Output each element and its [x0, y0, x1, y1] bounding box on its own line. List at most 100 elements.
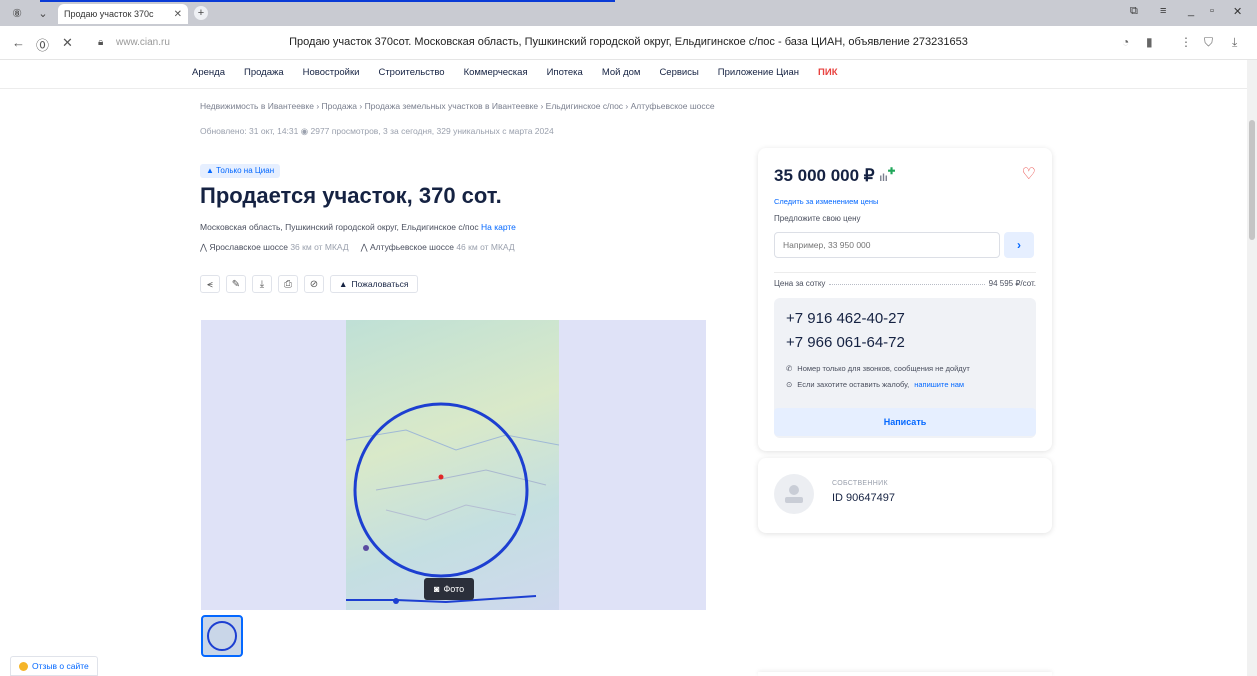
offer-price-input[interactable]: [774, 232, 1000, 258]
extension-icon[interactable]: ◔: [1122, 35, 1129, 49]
nav-divider: [0, 88, 1247, 89]
map-link[interactable]: На карте: [481, 222, 516, 232]
menu-icon[interactable]: ≡: [1160, 5, 1166, 17]
page-title: Продается участок, 370 сот.: [200, 183, 502, 208]
next-card-edge: [758, 672, 1052, 676]
card-divider: [774, 272, 1036, 273]
hide-icon[interactable]: ⊘: [304, 275, 324, 293]
highways: ⋀ Ярославское шоссе 36 км от МКАД ⋀ Алту…: [200, 242, 515, 253]
photo-button-label: Фото: [443, 584, 465, 594]
smile-icon: [19, 661, 28, 671]
restore-icon[interactable]: ▫: [1210, 5, 1214, 17]
nav-item-mortgage[interactable]: Ипотека: [547, 67, 583, 78]
highway-2-name: Алтуфьевское шоссе: [369, 242, 454, 252]
follow-price-link[interactable]: Следить за изменением цены: [774, 197, 878, 206]
phone-1[interactable]: +7 916 462-40-27: [786, 310, 905, 327]
highway-1-distance: 36 км от МКАД: [290, 242, 349, 252]
edit-icon[interactable]: ✎: [226, 275, 246, 293]
page-load-progress: [40, 0, 615, 2]
favorite-heart-icon[interactable]: ♡: [1022, 164, 1036, 184]
browser-tab[interactable]: Продаю участок 370с ✕: [58, 4, 188, 24]
feedback-button[interactable]: Отзыв о сайте: [10, 656, 98, 676]
complaint-text: Если захотите оставить жалобу,: [797, 380, 910, 389]
calls-only-note: ✆ Номер только для звонков, сообщения не …: [786, 364, 970, 373]
tab-title: Продаю участок 370с: [64, 9, 154, 19]
phone-2[interactable]: +7 966 061-64-72: [786, 334, 905, 351]
tabs-dropdown-icon[interactable]: ⌄: [34, 5, 52, 21]
highway-1-name: Ярославское шоссе: [209, 242, 288, 252]
chevron-right-icon: ›: [1017, 238, 1021, 252]
map-photo-illustration: [345, 402, 560, 604]
ppu-dots: [829, 279, 985, 285]
exclusive-badge: ▲ Только на Циан: [200, 164, 281, 178]
camera-icon: ◙: [434, 584, 440, 594]
shield-icon[interactable]: ⛉: [1204, 35, 1213, 50]
phone-icon: ✆: [786, 364, 793, 373]
bookmark-window-icon[interactable]: ⧉: [1130, 5, 1138, 18]
complaint-note: ⊙ Если захотите оставить жалобу, напишите …: [786, 380, 964, 389]
photo-button[interactable]: ◙ Фото: [424, 578, 475, 600]
info-icon: ⊙: [786, 380, 793, 389]
nav-item-pik[interactable]: ПИК: [818, 67, 837, 78]
thumbnail-illustration: [207, 621, 237, 651]
complain-button[interactable]: ▲ Пожаловаться: [330, 275, 418, 293]
listing-toolbar: ⪪ ✎ ⤓ ⎙ ⊘ ▲ Пожаловаться: [200, 275, 418, 293]
nav-item-my-home[interactable]: Мой дом: [602, 67, 641, 78]
offer-price-label: Предложите свою цену: [774, 214, 861, 223]
main-nav: Аренда Продажа Новостройки Строительство…: [192, 67, 838, 78]
highway-icon: ⋀: [360, 242, 370, 252]
complaint-link[interactable]: напишите нам: [914, 380, 964, 389]
browser-tabbar: ⑧ ⌄ Продаю участок 370с ✕ + ⧉ ≡ _ ▫ ✕: [0, 0, 1257, 26]
nav-item-sale[interactable]: Продажа: [244, 67, 284, 78]
owner-card[interactable]: СОБСТВЕННИК ID 90647497: [758, 458, 1052, 533]
owner-id: ID 90647497: [832, 492, 895, 504]
nav-item-new-buildings[interactable]: Новостройки: [303, 67, 360, 78]
scrollbar-thumb[interactable]: [1249, 120, 1255, 240]
warning-icon: ▲: [339, 279, 348, 289]
price-per-unit: Цена за сотку 94 595 ₽/сот.: [774, 279, 1036, 288]
breadcrumb[interactable]: Недвижимость в Ивантеевке › Продажа › Пр…: [200, 101, 715, 111]
price-history-icon[interactable]: ılı: [879, 173, 887, 184]
print-icon[interactable]: ⎙: [278, 275, 298, 293]
tab-close-icon[interactable]: ✕: [174, 9, 182, 20]
highway-2-distance: 46 км от МКАД: [456, 242, 515, 252]
price-up-icon: ✚: [887, 166, 896, 176]
nav-item-construction[interactable]: Строительство: [378, 67, 444, 78]
share-icon[interactable]: ⪪: [200, 275, 220, 293]
download-icon[interactable]: ⤓: [1232, 35, 1237, 50]
nav-item-rent[interactable]: Аренда: [192, 67, 225, 78]
price: 35 000 000 ₽ ılı✚: [774, 166, 895, 186]
write-button[interactable]: Написать: [774, 408, 1036, 436]
feedback-label: Отзыв о сайте: [32, 661, 89, 671]
offer-submit-button[interactable]: ›: [1004, 232, 1034, 258]
nav-item-services[interactable]: Сервисы: [659, 67, 698, 78]
phones-block: +7 916 462-40-27 +7 966 061-64-72 ✆ Номер…: [774, 298, 1036, 438]
url-page-title[interactable]: Продаю участок 370сот. Московская област…: [0, 36, 1257, 48]
nav-item-app[interactable]: Приложение Циан: [718, 67, 799, 78]
address-bar: ← ⓪ ✕ 🔒︎ www.cian.ru Продаю участок 370с…: [0, 26, 1257, 60]
highway-1[interactable]: ⋀ Ярославское шоссе 36 км от МКАД: [200, 242, 349, 253]
bookmark-icon[interactable]: ▮: [1146, 35, 1153, 49]
ppu-label: Цена за сотку: [774, 279, 826, 288]
photo-thumbnail[interactable]: [201, 615, 243, 657]
complain-label: Пожаловаться: [351, 279, 409, 289]
more-icon[interactable]: ⋮: [1180, 35, 1192, 49]
highway-icon: ⋀: [200, 242, 210, 252]
listing-meta: Обновлено: 31 окт, 14:31 ◉ 2977 просмотр…: [200, 126, 554, 136]
ppu-value: 94 595 ₽/сот.: [988, 279, 1036, 288]
close-window-icon[interactable]: ✕: [1233, 5, 1242, 18]
price-card: 35 000 000 ₽ ılı✚ ♡ Следить за изменение…: [758, 148, 1052, 451]
badge-label: Только на Циан: [216, 166, 275, 175]
owner-role: СОБСТВЕННИК: [832, 480, 888, 487]
minimize-icon[interactable]: _: [1188, 5, 1194, 17]
user-icon: [785, 485, 803, 503]
page-scrollbar[interactable]: [1247, 60, 1257, 676]
new-tab-button[interactable]: +: [194, 6, 208, 20]
browser-menu-icon[interactable]: ⑧: [8, 5, 26, 21]
download-icon[interactable]: ⤓: [252, 275, 272, 293]
main-photo[interactable]: [345, 320, 560, 610]
photo-gallery[interactable]: [201, 320, 706, 610]
nav-item-commercial[interactable]: Коммерческая: [464, 67, 528, 78]
address-text[interactable]: Московская область, Пушкинский городской…: [200, 222, 479, 232]
highway-2[interactable]: ⋀ Алтуфьевское шоссе 46 км от МКАД: [361, 242, 515, 253]
